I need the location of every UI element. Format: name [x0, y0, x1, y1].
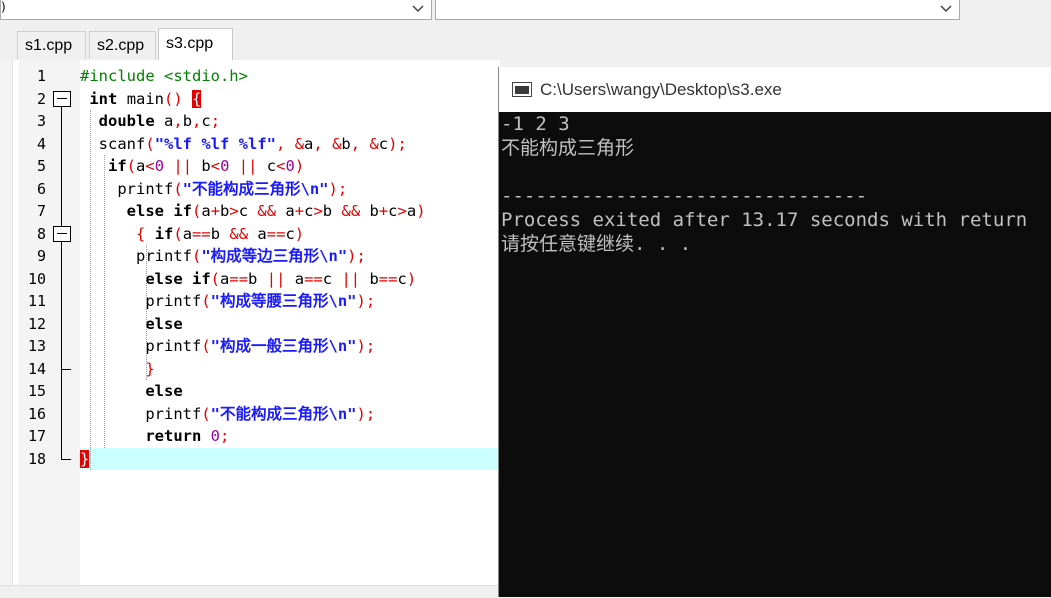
- code-line: int main() {: [89, 89, 202, 108]
- code-line: else if(a+b>c && a+c>b && b+c>a): [126, 202, 426, 220]
- tab-s2-cpp[interactable]: s2.cpp: [89, 31, 156, 59]
- tab-s3-cpp[interactable]: s3.cpp: [158, 28, 233, 60]
- line-number: 15: [27, 382, 46, 400]
- code-line: else if(a==b || a==c || b==c): [145, 269, 417, 288]
- line-number: 10: [27, 269, 46, 288]
- console-window[interactable]: C:\Users\wangy\Desktop\s3.exe -1 2 3 不能构成…: [498, 67, 1051, 597]
- code-line: double a,b,c;: [98, 112, 221, 130]
- code-line: else: [145, 314, 183, 333]
- code-line: { if(a==b && a==c): [136, 224, 305, 243]
- tab-s1-cpp[interactable]: s1.cpp: [17, 31, 86, 59]
- function-combo-box[interactable]: [435, 0, 960, 20]
- console-title: C:\Users\wangy\Desktop\s3.exe: [540, 80, 782, 99]
- fold-end-tick: [61, 458, 71, 460]
- project-panel-strip: [0, 60, 13, 597]
- console-line: -1 2 3: [501, 113, 570, 135]
- console-title-bar[interactable]: C:\Users\wangy\Desktop\s3.exe: [499, 67, 1051, 112]
- class-combo-box[interactable]: ): [0, 0, 432, 20]
- line-number: 6: [36, 179, 46, 198]
- chevron-down-icon[interactable]: [939, 2, 953, 16]
- indent-guide: [146, 245, 147, 380]
- chevron-down-icon[interactable]: [411, 2, 425, 16]
- line-number: 17: [27, 427, 46, 445]
- code-line: printf("构成等腰三角形\n");: [145, 292, 376, 310]
- line-number: 11: [27, 292, 46, 310]
- code-line: }: [145, 359, 155, 378]
- line-number: 8: [36, 224, 46, 243]
- code-area[interactable]: #include <stdio.h> int main() { double a…: [80, 60, 500, 585]
- line-number: 16: [27, 404, 46, 423]
- line-number: 9: [36, 247, 46, 265]
- fold-toggle-block[interactable]: [53, 225, 71, 242]
- fold-line: [61, 106, 62, 226]
- code-line: printf("不能构成三角形\n");: [145, 404, 376, 423]
- toolbar: ): [0, 0, 1051, 28]
- code-line: }: [80, 449, 90, 468]
- console-line: Process exited after 13.17 seconds with …: [501, 209, 1028, 231]
- line-number: 12: [27, 314, 46, 333]
- line-number: 13: [27, 337, 46, 355]
- code-line: scanf("%lf %lf %lf", &a, &b, &c);: [98, 134, 407, 153]
- indent-guide: [104, 155, 105, 448]
- console-app-icon: [512, 82, 532, 97]
- line-number: 18: [27, 449, 46, 468]
- line-number: 5: [36, 157, 46, 175]
- console-output[interactable]: -1 2 3 不能构成三角形 ---------------------------…: [499, 112, 1051, 597]
- fold-line: [61, 241, 62, 459]
- horizontal-scrollbar[interactable]: [0, 585, 500, 598]
- code-line: #include <stdio.h>: [80, 67, 248, 85]
- code-line: if(a<0 || b<0 || c<0): [108, 157, 305, 175]
- console-line: 不能构成三角形: [501, 137, 635, 159]
- line-number: 2: [36, 89, 46, 108]
- line-number: 7: [36, 202, 46, 220]
- line-number: 3: [36, 112, 46, 130]
- code-line: else: [145, 382, 183, 400]
- class-combo-value: ): [1, 0, 6, 14]
- line-number: 14: [27, 359, 46, 378]
- console-line: 请按任意键继续. . .: [501, 233, 692, 255]
- code-line: return 0;: [145, 427, 230, 445]
- console-line: --------------------------------: [501, 185, 868, 207]
- indent-guide: [90, 110, 91, 470]
- code-line: printf("构成等边三角形\n");: [136, 247, 366, 265]
- code-editor[interactable]: 1 2 3 4 5 6 7 8 9 10 11 12 13 14 15 16 17 18 #include <st…: [0, 60, 500, 598]
- fold-end-tick: [61, 368, 71, 370]
- fold-toggle-main[interactable]: [53, 90, 71, 107]
- code-line: printf("不能构成三角形\n");: [117, 179, 348, 198]
- code-line: printf("构成一般三角形\n");: [145, 337, 376, 355]
- line-number: 4: [36, 134, 46, 153]
- line-number: 1: [36, 67, 46, 85]
- editor-tab-bar: s1.cpp s2.cpp s3.cpp: [0, 28, 500, 60]
